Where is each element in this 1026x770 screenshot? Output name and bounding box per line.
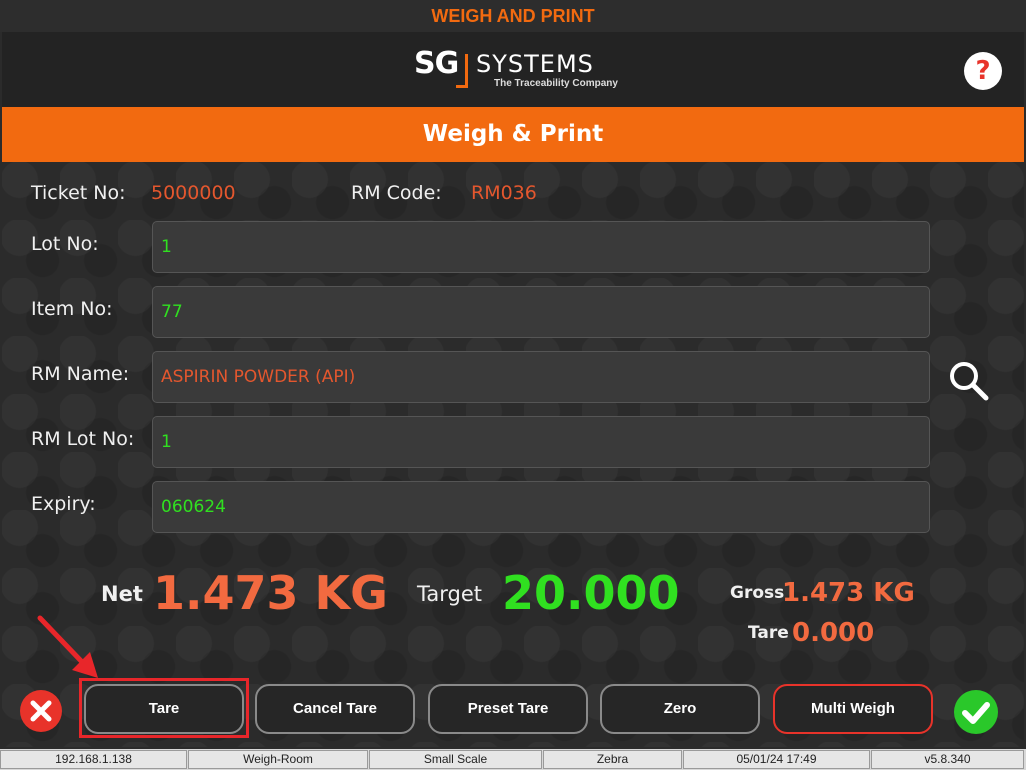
zero-button[interactable]: Zero (600, 684, 760, 734)
lot-no-field[interactable]: 1 (152, 221, 930, 273)
logo-systems-text: SYSTEMS (476, 50, 594, 78)
ticket-no-label: Ticket No: (31, 182, 126, 204)
expiry-field[interactable]: 060624 (152, 481, 930, 533)
cancel-tare-button[interactable]: Cancel Tare (255, 684, 415, 734)
preset-tare-button[interactable]: Preset Tare (428, 684, 588, 734)
gross-weight-value: 1.473 KG (782, 578, 915, 608)
expiry-label: Expiry: (31, 493, 96, 515)
app-header: SG SYSTEMS The Traceability Company ? (2, 32, 1024, 107)
ticket-no-value: 5000000 (151, 182, 236, 204)
gross-label: Gross (730, 583, 785, 603)
rm-name-field[interactable]: ASPIRIN POWDER (API) (152, 351, 930, 403)
status-datetime: 05/01/24 17:49 (683, 750, 870, 769)
cancel-icon[interactable] (20, 690, 62, 732)
target-weight-value: 20.000 (502, 566, 680, 620)
logo-tagline: The Traceability Company (494, 78, 618, 89)
target-label: Target (417, 582, 482, 606)
rm-lot-no-field[interactable]: 1 (152, 416, 930, 468)
weigh-print-panel: Ticket No: 5000000 RM Code: RM036 Lot No… (2, 162, 1024, 747)
rm-code-label: RM Code: (351, 182, 442, 204)
status-version: v5.8.340 (871, 750, 1024, 769)
logo-sg-text: SG (414, 46, 459, 81)
status-ip: 192.168.1.138 (0, 750, 187, 769)
item-no-field[interactable]: 77 (152, 286, 930, 338)
logo-bracket-shape (456, 54, 468, 88)
search-icon[interactable] (946, 358, 992, 404)
item-no-label: Item No: (31, 298, 113, 320)
multi-weigh-button[interactable]: Multi Weigh (773, 684, 933, 734)
status-scale: Small Scale (369, 750, 542, 769)
tare-label: Tare (748, 623, 789, 643)
help-icon[interactable]: ? (964, 52, 1002, 90)
page-title: Weigh & Print (2, 107, 1024, 162)
rm-lot-no-label: RM Lot No: (31, 428, 135, 450)
window-title: WEIGH AND PRINT (0, 0, 1026, 32)
status-bar: 192.168.1.138 Weigh-Room Small Scale Zeb… (0, 749, 1026, 770)
tare-weight-value: 0.000 (792, 618, 875, 648)
lot-no-label: Lot No: (31, 233, 99, 255)
net-weight-value: 1.473 KG (153, 566, 388, 620)
rm-code-value: RM036 (471, 182, 537, 204)
confirm-icon[interactable] (954, 690, 998, 734)
close-icon (30, 700, 52, 722)
rm-name-label: RM Name: (31, 363, 130, 385)
status-printer: Zebra (543, 750, 682, 769)
sg-systems-logo: SG SYSTEMS The Traceability Company (414, 46, 624, 94)
status-location: Weigh-Room (188, 750, 368, 769)
tare-highlight-box (79, 678, 249, 738)
checkmark-icon (962, 702, 990, 724)
net-label: Net (101, 582, 143, 606)
